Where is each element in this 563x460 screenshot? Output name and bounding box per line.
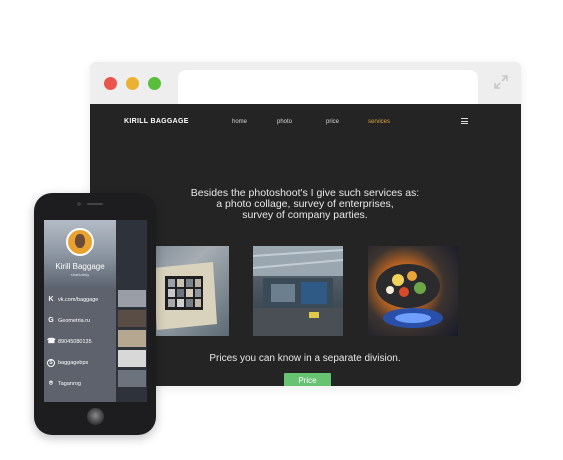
contact-vk[interactable]: K vk.com/baggage <box>44 292 116 312</box>
speaker-grille <box>87 203 103 205</box>
price-button[interactable]: Price <box>284 373 331 386</box>
maximize-window-button[interactable] <box>148 77 161 90</box>
vk-icon: K <box>48 296 54 303</box>
contact-list: K vk.com/baggage G Geometria.ru ☎ 890450… <box>44 288 116 402</box>
brand-logo[interactable]: KIRILL BAGGAGE <box>124 118 189 125</box>
browser-title-bar <box>90 62 521 104</box>
contact-location[interactable]: ⌾ Taganrog <box>44 376 116 396</box>
home-button[interactable] <box>87 408 104 425</box>
profile-name: Kirill Baggage <box>55 262 105 271</box>
prices-note: Prices you can know in a separate divisi… <box>209 353 401 364</box>
strip-photo-3[interactable] <box>118 330 146 347</box>
minimize-window-button[interactable] <box>126 77 139 90</box>
phone-device: Kirill Baggage sharkdbdy K vk.com/baggag… <box>34 193 156 435</box>
contact-skype-text: baggagebps <box>58 360 89 366</box>
camera-icon <box>77 202 81 206</box>
profile-role: sharkdbdy <box>70 272 90 277</box>
mockup-stage: KIRILL BAGGAGE home photo price services… <box>0 0 563 460</box>
strip-photo-1[interactable] <box>118 290 146 307</box>
phone-icon: ☎ <box>47 338 56 345</box>
skype-icon: S <box>47 359 55 367</box>
avatar[interactable] <box>66 228 94 256</box>
contact-phone[interactable]: ☎ 89045080135 <box>44 334 116 354</box>
contact-location-text: Taganrog <box>58 381 81 387</box>
menu-icon[interactable] <box>461 118 468 124</box>
nav-services[interactable]: services <box>368 119 390 125</box>
browser-tab[interactable] <box>178 70 478 104</box>
nav-price[interactable]: price <box>326 119 339 125</box>
contact-vk-text: vk.com/baggage <box>58 297 99 303</box>
photo-strip <box>116 220 147 402</box>
company-party-image[interactable] <box>368 246 458 336</box>
contact-phone-text: 89045080135 <box>58 339 92 345</box>
strip-photo-4[interactable] <box>118 350 146 367</box>
nav-home[interactable]: home <box>232 119 247 125</box>
location-icon: ⌾ <box>48 380 54 387</box>
strip-photo-5[interactable] <box>118 370 146 387</box>
nav-photo[interactable]: photo <box>277 119 292 125</box>
geometria-icon: G <box>48 317 54 324</box>
site-nav: KIRILL BAGGAGE home photo price services <box>90 104 521 142</box>
phone-screen: Kirill Baggage sharkdbdy K vk.com/baggag… <box>44 220 147 402</box>
close-window-button[interactable] <box>104 77 117 90</box>
expand-icon[interactable] <box>493 74 509 90</box>
services-headline: Besides the photoshoot's I give such ser… <box>150 188 460 221</box>
strip-photo-2[interactable] <box>118 310 146 327</box>
contact-skype[interactable]: S baggagebps <box>44 355 116 375</box>
headline-line-3: survey of company parties. <box>242 209 368 221</box>
contact-geometria-text: Geometria.ru <box>58 318 91 324</box>
contact-geometria[interactable]: G Geometria.ru <box>44 313 116 333</box>
enterprise-survey-image[interactable] <box>253 246 343 336</box>
